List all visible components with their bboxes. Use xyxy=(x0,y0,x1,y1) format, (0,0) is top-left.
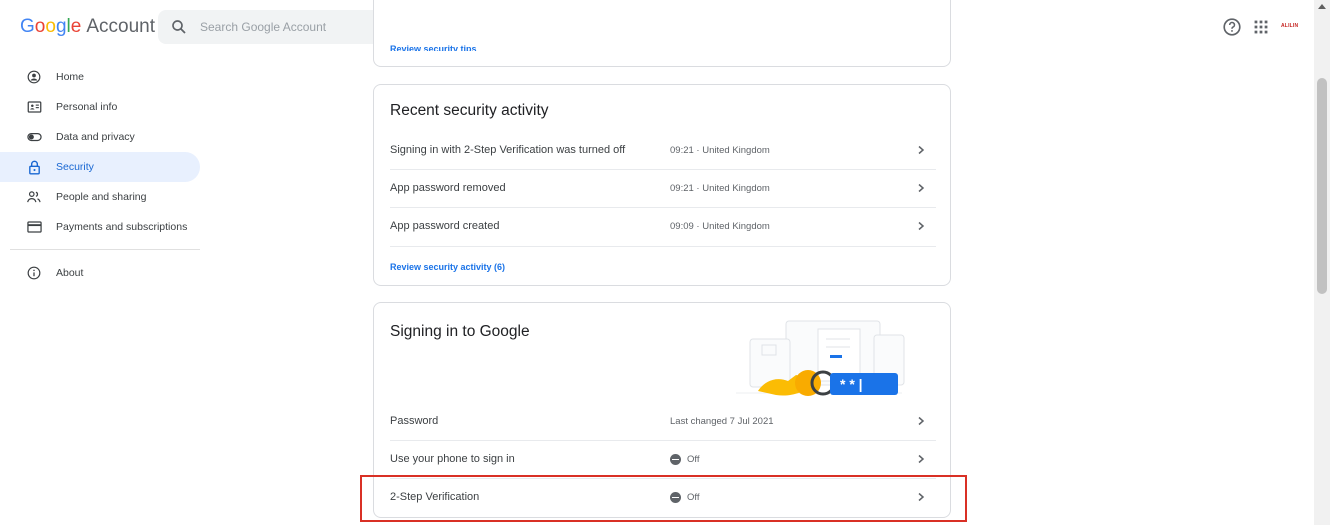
off-status-icon xyxy=(670,453,681,465)
toggle-icon xyxy=(26,129,42,145)
sidebar-item-label: Data and privacy xyxy=(56,131,135,143)
security-tips-card: Review security tips xyxy=(373,0,951,67)
svg-text:* * |: * * | xyxy=(840,376,863,392)
status-text: Off xyxy=(687,453,700,465)
recent-security-activity-card: Recent security activity Signing in with… xyxy=(373,84,951,286)
highlight-annotation-box xyxy=(360,475,967,522)
sidebar-divider xyxy=(10,249,200,250)
row-divider xyxy=(390,246,936,247)
password-key-illustration: * * | xyxy=(736,320,905,396)
sidebar-item-personal-info[interactable]: Personal info xyxy=(0,92,210,122)
page-scrollbar[interactable] xyxy=(1314,0,1330,525)
sidebar-item-payments-and-subscriptions[interactable]: Payments and subscriptions xyxy=(0,212,210,242)
credit-card-icon xyxy=(26,219,42,235)
id-card-icon xyxy=(26,99,42,115)
info-icon xyxy=(26,265,42,281)
sidebar-item-security[interactable]: Security xyxy=(0,152,200,182)
sidebar-item-label: About xyxy=(56,267,84,279)
sidebar-item-label: People and sharing xyxy=(56,191,147,203)
home-icon xyxy=(26,69,42,85)
sidebar-item-label: Security xyxy=(56,161,94,173)
sidebar-item-home[interactable]: Home xyxy=(0,62,210,92)
scrollbar-thumb[interactable] xyxy=(1317,78,1327,294)
apps-grid-icon[interactable] xyxy=(1250,16,1272,38)
review-security-tips-link[interactable]: Review security tips xyxy=(390,43,477,51)
chevron-right-icon xyxy=(918,221,925,231)
activity-row[interactable]: Signing in with 2-Step Verification was … xyxy=(390,131,936,169)
chevron-right-icon xyxy=(918,416,925,426)
sidebar-item-about[interactable]: About xyxy=(0,258,210,288)
lock-icon xyxy=(26,159,42,175)
chevron-right-icon xyxy=(918,454,925,464)
sidebar-item-people-and-sharing[interactable]: People and sharing xyxy=(0,182,210,212)
google-account-logo[interactable]: Google Account xyxy=(20,16,155,38)
chevron-right-icon xyxy=(918,183,925,193)
phone-sign-in-row[interactable]: Use your phone to sign in Off xyxy=(390,440,936,478)
password-row[interactable]: Password Last changed 7 Jul 2021 xyxy=(390,402,936,440)
scroll-up-arrow-icon[interactable] xyxy=(1318,4,1326,9)
people-icon xyxy=(26,189,42,205)
sidebar-nav: Home Personal info Data and privacy Secu… xyxy=(0,62,210,288)
help-icon[interactable] xyxy=(1221,16,1243,38)
activity-row[interactable]: App password created 09:09 · United King… xyxy=(390,207,936,245)
account-avatar[interactable]: ALILIN xyxy=(1281,23,1301,31)
sidebar-item-label: Personal info xyxy=(56,101,118,113)
card-title: Recent security activity xyxy=(390,102,549,119)
search-icon[interactable] xyxy=(170,18,188,36)
sidebar-item-label: Home xyxy=(56,71,85,83)
chevron-right-icon xyxy=(918,145,925,155)
review-security-activity-link[interactable]: Review security activity (6) xyxy=(390,262,505,272)
sidebar-item-label: Payments and subscriptions xyxy=(56,221,188,233)
sidebar-item-data-and-privacy[interactable]: Data and privacy xyxy=(0,122,210,152)
activity-row[interactable]: App password removed 09:21 · United King… xyxy=(390,169,936,207)
card-title: Signing in to Google xyxy=(390,323,530,340)
